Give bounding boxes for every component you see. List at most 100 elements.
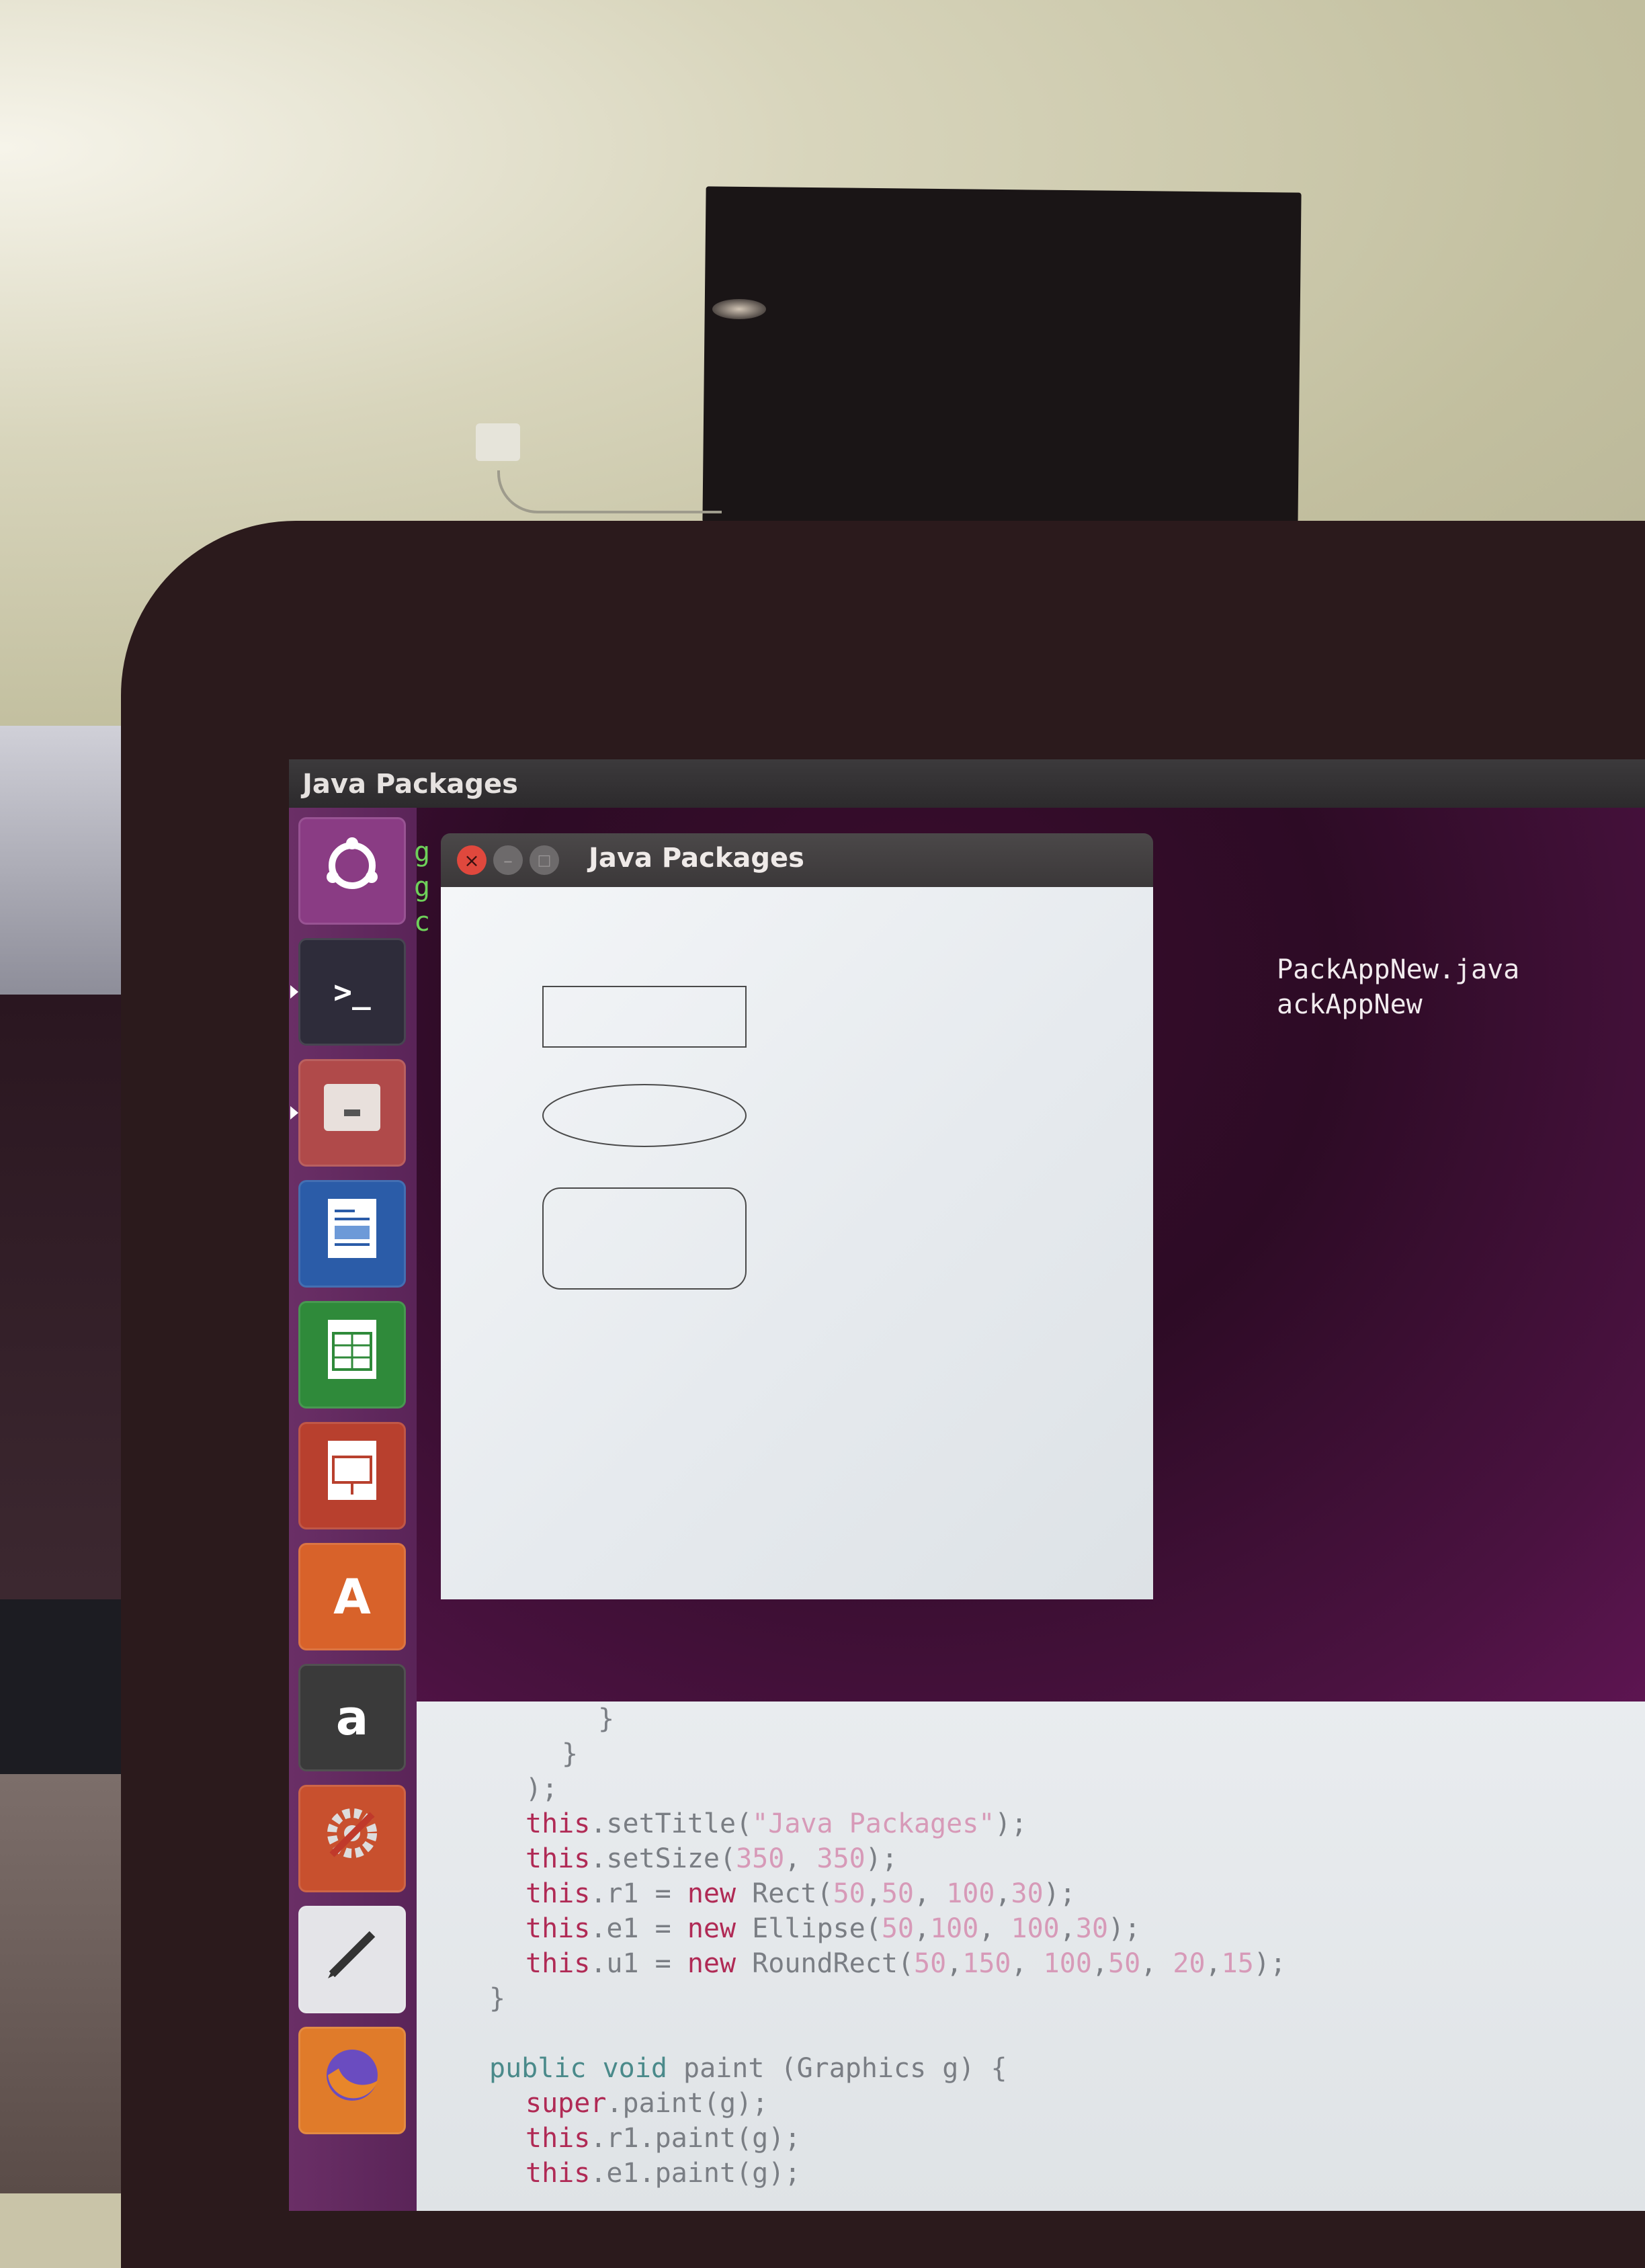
code-token: .e1.paint(g);	[590, 2158, 801, 2189]
code-token: Rect(	[736, 1878, 833, 1909]
code-token: ,	[1059, 1913, 1076, 1944]
maximize-button[interactable]: □	[530, 845, 559, 875]
launcher-impress[interactable]	[298, 1422, 406, 1529]
code-token: ,	[995, 1878, 1011, 1909]
code-token: 30	[1011, 1878, 1044, 1909]
code-token: );	[865, 1843, 898, 1874]
launcher-terminal[interactable]: >_	[298, 938, 406, 1046]
file-cabinet-icon-graphic	[324, 1083, 380, 1131]
code-token: }	[562, 1738, 579, 1769]
terminal-glyph: g	[414, 837, 431, 868]
gear-wrench-icon	[319, 1800, 386, 1878]
code-token: 50	[881, 1913, 914, 1944]
code-line: this.e1.paint(g);	[417, 2156, 1286, 2191]
code-token: ,	[946, 1948, 963, 1979]
code-token: ,	[978, 1913, 1011, 1944]
shopping-bag-icon: A	[333, 1568, 371, 1625]
code-token: .r1 =	[590, 1878, 687, 1909]
code-token: 100	[946, 1878, 995, 1909]
pen-icon	[319, 1921, 386, 1999]
code-token: }	[489, 1983, 506, 2014]
launcher-amazon[interactable]: a	[298, 1664, 406, 1771]
code-token: new	[687, 1948, 736, 1979]
launcher-editor[interactable]	[298, 1906, 406, 2013]
launcher-ubuntu-dash[interactable]	[298, 817, 406, 925]
drawn-round-rectangle	[542, 1187, 747, 1290]
file-cabinet-icon	[319, 1077, 386, 1149]
launcher-files[interactable]	[298, 1059, 406, 1167]
code-token: .e1 =	[590, 1913, 687, 1944]
firefox-icon-graphic	[327, 2049, 378, 2101]
code-token: new	[687, 1913, 736, 1944]
code-token: ,	[1091, 1948, 1109, 1979]
code-token: 100	[1011, 1913, 1060, 1944]
code-token: "Java Packages"	[752, 1808, 995, 1839]
code-token: 150	[962, 1948, 1011, 1979]
drawn-ellipse	[542, 1084, 747, 1147]
launcher-settings[interactable]	[298, 1785, 406, 1892]
code-line: this.e1 = new Ellipse(50,100, 100,30);	[417, 1911, 1286, 1946]
code-token: .setSize(	[590, 1843, 736, 1874]
minimize-button[interactable]: –	[493, 845, 523, 875]
launcher-firefox[interactable]	[298, 2027, 406, 2134]
code-line: }	[417, 1736, 1286, 1771]
wall-tv	[702, 186, 1302, 529]
power-cable	[497, 470, 722, 513]
spreadsheet-icon-graphic	[328, 1319, 376, 1379]
code-token: 350	[736, 1843, 785, 1874]
code-token: ,	[865, 1878, 882, 1909]
code-token: .r1.paint(g);	[590, 2123, 801, 2154]
terminal-line-2: ackAppNew	[1277, 989, 1423, 1020]
code-token: 20	[1173, 1948, 1206, 1979]
launcher-software-center[interactable]: A	[298, 1543, 406, 1650]
java-window-title: Java Packages	[589, 843, 804, 874]
code-token: 100	[1043, 1948, 1092, 1979]
code-token: 50	[833, 1878, 866, 1909]
terminal-line-1: PackAppNew.java	[1277, 954, 1520, 985]
code-token: this	[525, 2123, 591, 2154]
terminal-glyph: c	[414, 907, 431, 937]
code-token: ,	[914, 1913, 931, 1944]
top-panel-title: Java Packages	[302, 769, 518, 800]
code-token: ,	[784, 1843, 817, 1874]
launcher-calc[interactable]	[298, 1301, 406, 1409]
close-button[interactable]: ×	[457, 845, 487, 875]
java-packages-window[interactable]: × – □ Java Packages	[441, 833, 1153, 1599]
code-line: public void paint (Graphics g) {	[417, 2051, 1286, 2086]
code-token: );	[995, 1808, 1027, 1839]
code-token: );	[1108, 1913, 1141, 1944]
terminal-icon: >_	[333, 974, 371, 1010]
code-token: public void	[489, 2053, 667, 2084]
firefox-icon	[319, 2042, 386, 2120]
gear-wrench-icon-graphic	[327, 1808, 377, 1858]
code-token: ,	[1205, 1948, 1222, 1979]
code-token: 30	[1075, 1913, 1109, 1944]
code-editor[interactable]: }}); this.setTitle("Java Packages"); this.…	[417, 1702, 1645, 2211]
code-token: 15	[1221, 1948, 1254, 1979]
document-icon	[325, 1196, 379, 1272]
amazon-icon: a	[335, 1689, 369, 1746]
java-window-titlebar[interactable]: × – □ Java Packages	[441, 833, 1153, 887]
code-token: ,	[1140, 1948, 1173, 1979]
terminal-glyph: g	[414, 872, 431, 902]
code-line: this.r1 = new Rect(50,50, 100,30);	[417, 1876, 1286, 1911]
launcher-writer[interactable]	[298, 1180, 406, 1288]
ubuntu-logo-icon-graphic	[327, 837, 378, 889]
code-token: 350	[816, 1843, 866, 1874]
background-keyboard	[0, 1599, 121, 1774]
code-token: paint (Graphics g) {	[667, 2053, 1007, 2084]
code-token: .u1 =	[590, 1948, 687, 1979]
power-socket	[476, 423, 520, 461]
code-token: super	[525, 2088, 607, 2119]
code-token: new	[687, 1878, 736, 1909]
code-token: ,	[1011, 1948, 1044, 1979]
top-panel: Java Packages	[289, 759, 1645, 808]
code-token: 50	[1108, 1948, 1141, 1979]
code-line: this.setTitle("Java Packages");	[417, 1806, 1286, 1841]
code-token: );	[1043, 1878, 1076, 1909]
drawn-rectangle	[542, 986, 747, 1048]
code-block: }}); this.setTitle("Java Packages"); this.…	[417, 1702, 1286, 2191]
code-line: }	[417, 1702, 1286, 1736]
code-token: this	[525, 2158, 591, 2189]
